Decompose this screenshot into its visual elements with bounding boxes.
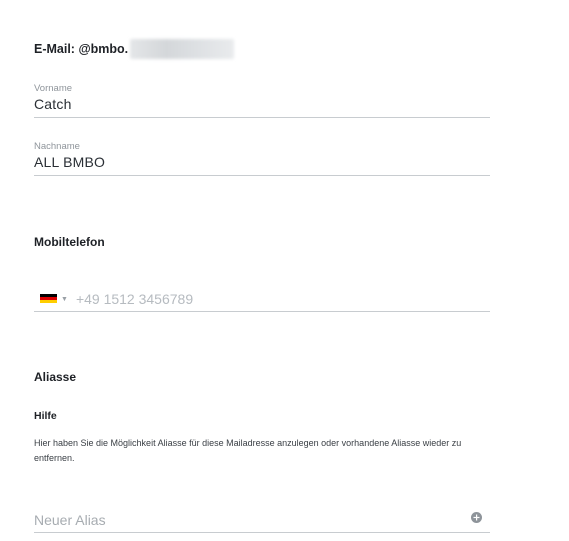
nachname-value[interactable]: ALL BMBO [34, 153, 490, 175]
plus-circle-icon [473, 514, 480, 521]
add-alias-button[interactable] [471, 512, 482, 523]
nachname-field[interactable]: Nachname ALL BMBO [34, 141, 490, 176]
aliasse-heading: Aliasse [34, 370, 77, 384]
email-row: E-Mail: @bmbo. [34, 38, 235, 60]
nachname-label: Nachname [34, 141, 80, 152]
vorname-value[interactable]: Catch [34, 95, 490, 117]
mobiltelefon-heading: Mobiltelefon [34, 235, 105, 249]
germany-flag-icon[interactable] [40, 293, 57, 304]
hilfe-heading: Hilfe [34, 410, 57, 422]
phone-input[interactable] [75, 290, 436, 307]
vorname-label: Vorname [34, 83, 73, 94]
phone-field: ▼ [34, 288, 490, 312]
chevron-down-icon[interactable]: ▼ [61, 296, 68, 303]
email-label: E-Mail: @bmbo. [34, 42, 129, 56]
vorname-field[interactable]: Vorname Catch [34, 83, 490, 118]
new-alias-field [34, 508, 490, 533]
email-redacted-blur [130, 39, 235, 59]
new-alias-input[interactable] [34, 512, 454, 528]
hilfe-text: Hier haben Sie die Möglichkeit Aliasse f… [34, 438, 462, 463]
